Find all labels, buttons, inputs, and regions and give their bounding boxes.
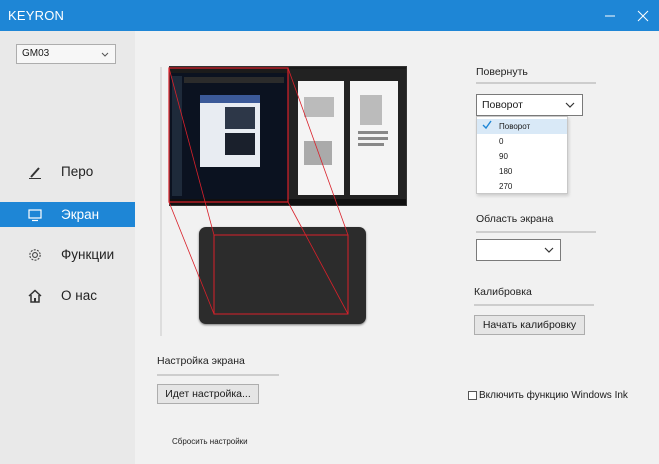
rotate-option[interactable]: Поворот <box>477 119 567 134</box>
rotate-select-value: Поворот <box>482 99 523 111</box>
screen-setup-label: Настройка экрана <box>157 355 245 367</box>
screen-area-select[interactable] <box>476 239 561 261</box>
rotate-option-label: 90 <box>499 152 508 161</box>
chevron-down-icon <box>544 247 554 253</box>
rotate-option-label: 270 <box>499 182 513 191</box>
checkmark-icon <box>482 120 492 130</box>
rotate-option-label: 0 <box>499 137 504 146</box>
rotate-option[interactable]: 0 <box>477 134 567 149</box>
calibration-separator <box>474 304 594 306</box>
screen-setup-separator <box>157 374 279 376</box>
windows-ink-label: Включить функцию Windows Ink <box>479 390 628 401</box>
rotate-separator <box>476 82 596 84</box>
screen-area-separator <box>476 231 596 233</box>
rotate-option-label: Поворот <box>499 122 531 131</box>
screen-area-label: Область экрана <box>476 213 554 225</box>
rotate-option[interactable]: 90 <box>477 149 567 164</box>
rotate-label: Повернуть <box>476 66 528 78</box>
reset-settings-link[interactable]: Сбросить настройки <box>172 437 248 446</box>
rotate-select[interactable]: Поворот <box>476 94 583 116</box>
calibration-label: Калибровка <box>474 286 532 298</box>
rotate-option[interactable]: 180 <box>477 164 567 179</box>
screen-setup-button[interactable]: Идет настройка... <box>157 384 259 404</box>
start-calibration-button[interactable]: Начать калибровку <box>474 315 585 335</box>
rotate-dropdown-list: Поворот 0 90 180 270 <box>476 116 568 194</box>
tablet-active-area <box>213 234 349 315</box>
checkbox-box[interactable] <box>468 391 477 400</box>
rotate-option-label: 180 <box>499 167 513 176</box>
windows-ink-checkbox[interactable]: Включить функцию Windows Ink <box>468 390 628 401</box>
chevron-down-icon <box>565 102 575 108</box>
rotate-option[interactable]: 270 <box>477 179 567 194</box>
